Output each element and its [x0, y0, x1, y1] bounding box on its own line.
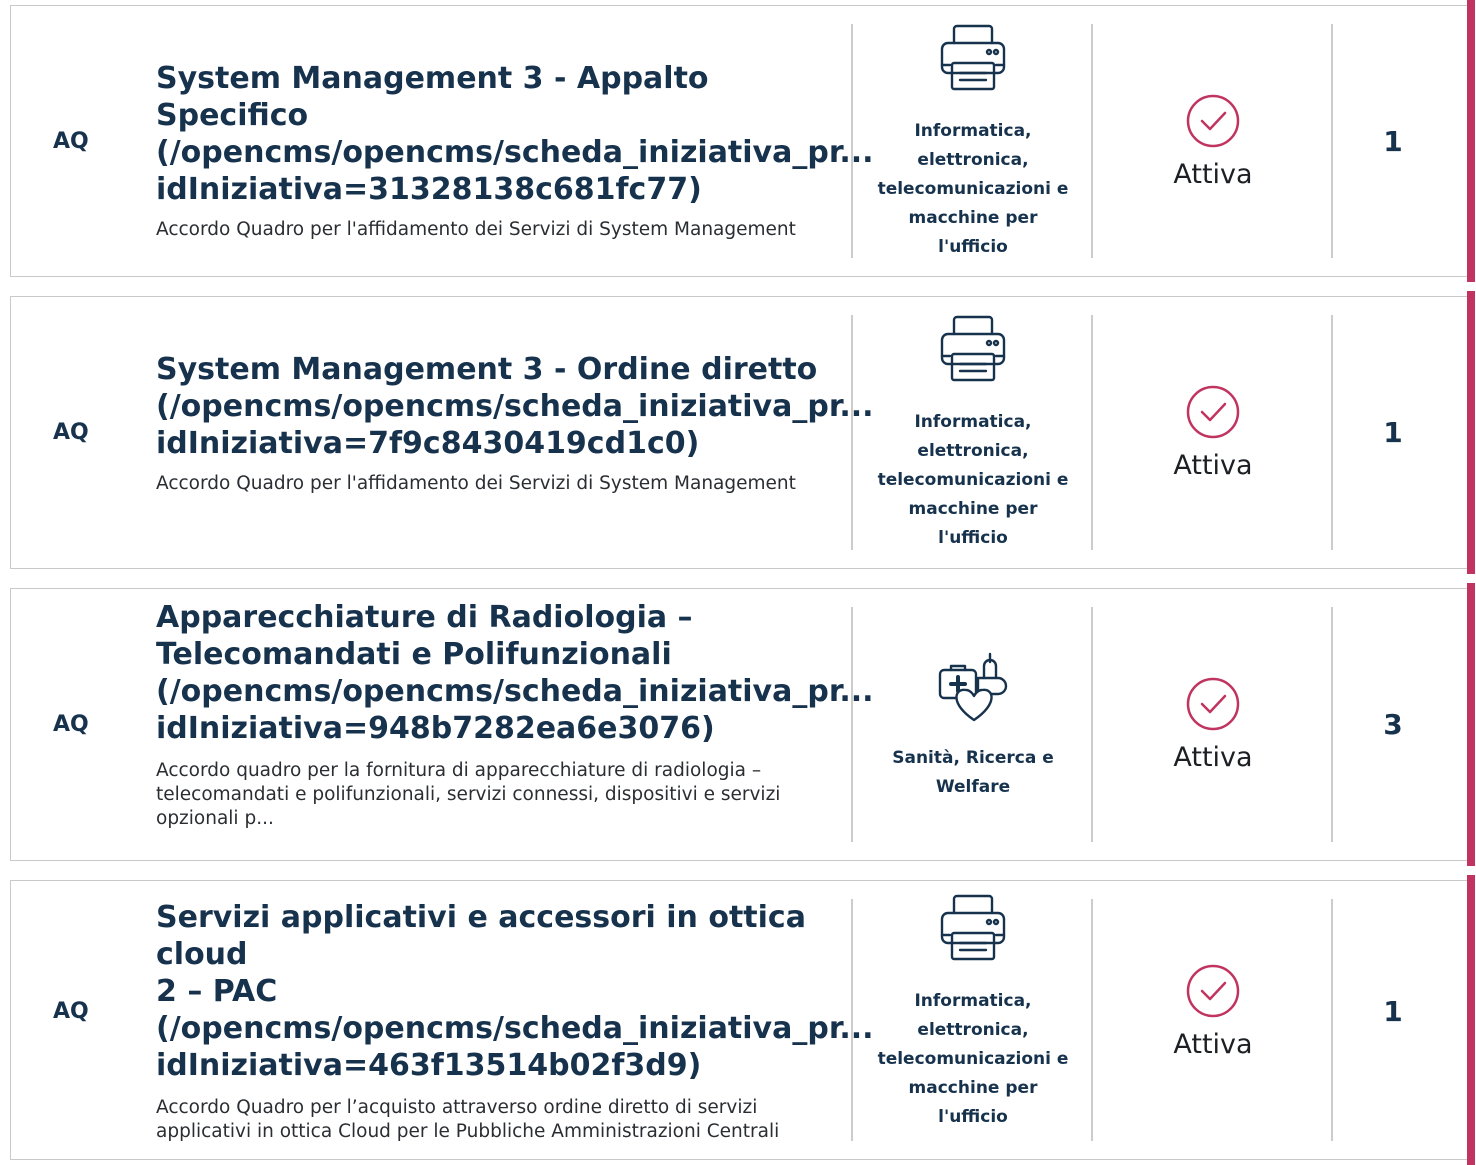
- check-circle-icon: [1185, 93, 1241, 149]
- lot-count: 1: [1383, 124, 1403, 158]
- initiative-title-link[interactable]: System Management 3 - Ordine diretto (/o…: [156, 351, 874, 462]
- initiative-type: AQ: [53, 128, 89, 154]
- initiative-card: AQ Servizi applicativi e accessori in ot…: [10, 875, 1475, 1165]
- initiative-main: Apparecchiature di Radiologia – Telecoma…: [156, 599, 874, 831]
- initiative-main: Servizi applicativi e accessori in ottic…: [156, 899, 874, 1144]
- title-line: Apparecchiature di Radiologia –: [156, 600, 693, 635]
- category-label: Informatica, elettronica, telecomunicazi…: [877, 120, 1069, 257]
- status-label: Attiva: [1173, 742, 1253, 773]
- status-label: Attiva: [1173, 450, 1253, 481]
- title-line: (/opencms/opencms/scheda_iniziativa_pr..…: [156, 1011, 874, 1046]
- category-label: Informatica, elettronica, telecomunicazi…: [877, 990, 1069, 1127]
- initiative-title-link[interactable]: Apparecchiature di Radiologia – Telecoma…: [156, 599, 874, 747]
- initiative-card: AQ System Management 3 - Ordine diretto …: [10, 291, 1475, 574]
- status-cell: Attiva: [1093, 6, 1333, 276]
- healthcare-icon: [936, 648, 1010, 722]
- check-circle-icon: [1185, 676, 1241, 732]
- initiative-description: Accordo Quadro per l’acquisto attraverso…: [156, 1097, 780, 1142]
- initiative-type: AQ: [53, 712, 89, 737]
- category-label: Sanità, Ricerca e Welfare: [892, 747, 1054, 797]
- check-circle-icon: [1185, 384, 1241, 440]
- initiative-card: AQ Apparecchiature di Radiologia – Telec…: [10, 583, 1475, 866]
- title-line: (/opencms/opencms/scheda_iniziativa_pr..…: [156, 135, 874, 170]
- printer-icon: [936, 312, 1010, 386]
- initiative-title-link[interactable]: Servizi applicativi e accessori in ottic…: [156, 899, 874, 1084]
- status-cell: Attiva: [1093, 589, 1333, 860]
- initiative-type: AQ: [53, 420, 89, 445]
- title-line: System Management 3 - Ordine diretto: [156, 352, 818, 387]
- lot-count: 1: [1383, 416, 1403, 449]
- initiative-title-link[interactable]: System Management 3 - Appalto Specifico …: [156, 60, 874, 208]
- check-circle-icon: [1185, 963, 1241, 1019]
- printer-icon: [936, 891, 1010, 965]
- lot-count: 3: [1383, 708, 1403, 741]
- title-line: idIniziativa=31328138c681fc77): [156, 172, 702, 207]
- status-cell: Attiva: [1093, 881, 1333, 1141]
- title-line: Servizi applicativi e accessori in ottic…: [156, 900, 806, 972]
- category-label: Informatica, elettronica, telecomunicazi…: [877, 412, 1069, 548]
- title-line: Telecomandati e Polifunzionali: [156, 637, 672, 672]
- category-cell: Informatica, elettronica, telecomunicazi…: [853, 881, 1093, 1141]
- initiative-main: System Management 3 - Ordine diretto (/o…: [156, 351, 874, 496]
- initiative-description: Accordo quadro per la fornitura di appar…: [156, 760, 781, 829]
- category-cell: Informatica, elettronica, telecomunicazi…: [853, 6, 1093, 276]
- title-line: idIniziativa=7f9c8430419cd1c0): [156, 426, 700, 461]
- initiative-description: Accordo Quadro per l'affidamento dei Ser…: [156, 473, 796, 494]
- lot-count: 1: [1383, 994, 1403, 1028]
- status-label: Attiva: [1173, 158, 1253, 190]
- printer-icon: [936, 21, 1010, 95]
- title-line: idIniziativa=463f13514b02f3d9): [156, 1048, 702, 1083]
- initiatives-list: AQ System Management 3 - Appalto Specifi…: [0, 0, 1476, 1165]
- title-line: (/opencms/opencms/scheda_iniziativa_pr..…: [156, 674, 874, 709]
- initiative-main: System Management 3 - Appalto Specifico …: [156, 60, 874, 242]
- initiative-description: Accordo Quadro per l'affidamento dei Ser…: [156, 219, 796, 240]
- category-cell: Sanità, Ricerca e Welfare: [853, 589, 1093, 860]
- title-line: idIniziativa=948b7282ea6e3076): [156, 711, 715, 746]
- initiative-type: AQ: [53, 998, 89, 1024]
- status-label: Attiva: [1173, 1028, 1253, 1060]
- initiative-card: AQ System Management 3 - Appalto Specifi…: [10, 0, 1475, 282]
- title-line: 2 – PAC: [156, 974, 278, 1009]
- status-cell: Attiva: [1093, 297, 1333, 568]
- category-cell: Informatica, elettronica, telecomunicazi…: [853, 297, 1093, 568]
- title-line: (/opencms/opencms/scheda_iniziativa_pr..…: [156, 389, 874, 424]
- title-line: System Management 3 - Appalto Specifico: [156, 61, 709, 133]
